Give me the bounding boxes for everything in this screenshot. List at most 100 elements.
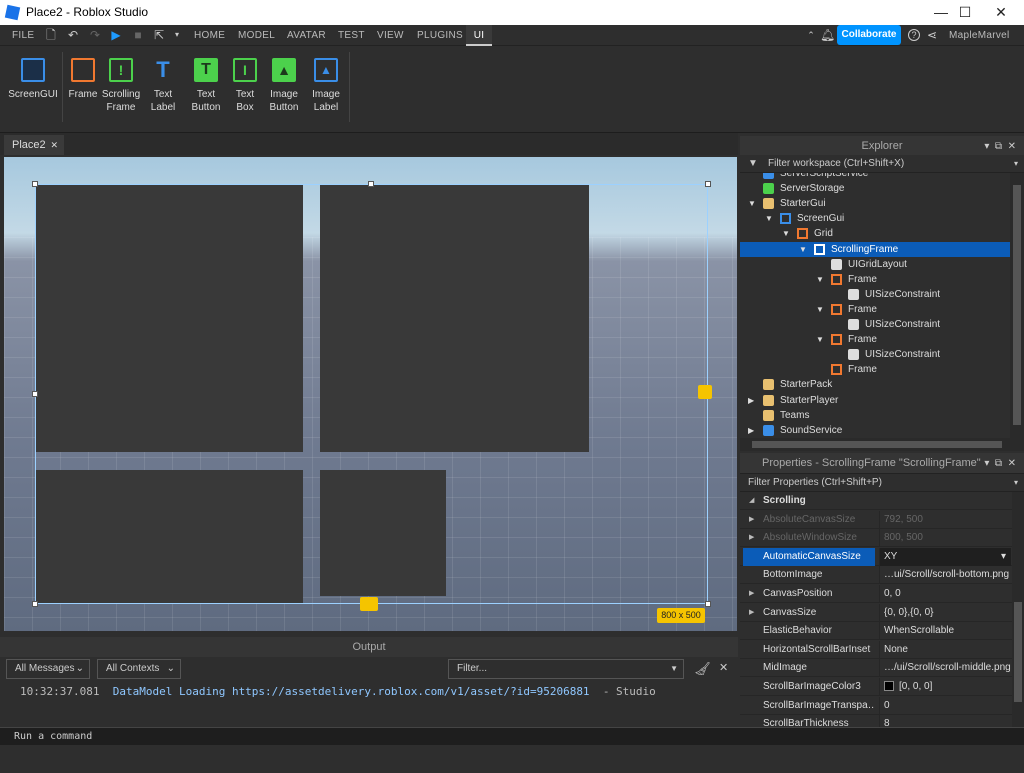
section-header-scrolling[interactable]: ◢ Scrolling: [740, 492, 1012, 510]
property-row[interactable]: ScrollBarImageColor3 [0, 0, 0]: [740, 678, 1012, 696]
tab-ui[interactable]: UI: [466, 25, 492, 46]
property-row[interactable]: ▶ CanvasPosition 0, 0: [740, 585, 1012, 603]
explorer-item[interactable]: ▼ Frame: [740, 272, 1010, 287]
ribbon-button-screengui[interactable]: ScreenGUI: [8, 54, 58, 101]
property-row[interactable]: BottomImage …ui/Scroll/scroll-bottom.png: [740, 566, 1012, 585]
explorer-item[interactable]: ▼ Frame: [740, 332, 1010, 347]
explorer-item[interactable]: ▼ ScreenGui: [740, 211, 1010, 226]
scroll-thumb[interactable]: [1014, 602, 1022, 702]
explorer-item[interactable]: UIGridLayout: [740, 257, 1010, 272]
ribbon-button-image-button[interactable]: ▲ Image Button: [264, 54, 304, 114]
expand-arrow-down-icon[interactable]: ▼: [816, 302, 824, 317]
expand-arrow-right-icon[interactable]: ▶: [748, 393, 754, 408]
expand-arrow-down-icon[interactable]: ▼: [799, 242, 807, 257]
resize-handle[interactable]: [32, 391, 38, 397]
explorer-item[interactable]: ▼ Grid: [740, 226, 1010, 241]
property-row[interactable]: ▶ AbsoluteCanvasSize 792, 500: [740, 510, 1012, 529]
tab-home[interactable]: HOME: [194, 25, 225, 46]
command-bar-input[interactable]: Run a command: [0, 727, 1024, 745]
panel-controls[interactable]: ▾ ⧉ ✕: [984, 136, 1016, 157]
share-icon[interactable]: ⋖: [925, 28, 939, 42]
expand-arrow-icon[interactable]: ▶: [749, 604, 754, 622]
property-value[interactable]: 792, 500: [879, 510, 1011, 529]
stop-icon[interactable]: ■: [131, 28, 145, 42]
help-icon[interactable]: ?: [908, 29, 920, 41]
expand-arrow-down-icon[interactable]: ▼: [816, 272, 824, 287]
property-row[interactable]: MidImage …/ui/Scroll/scroll-middle.png: [740, 659, 1012, 678]
explorer-item[interactable]: ▼ Frame: [740, 302, 1010, 317]
explorer-item[interactable]: ServerStorage: [740, 181, 1010, 196]
anchor-lock-icon[interactable]: [360, 597, 378, 611]
property-value[interactable]: {0, 0},{0, 0}: [879, 603, 1011, 622]
property-row[interactable]: HorizontalScrollBarInset None: [740, 640, 1012, 659]
quick-access-chevron-icon[interactable]: ▾: [170, 28, 184, 42]
property-row[interactable]: ScrollBarImageTranspa… 0: [740, 696, 1012, 715]
property-row[interactable]: ▶ CanvasSize {0, 0},{0, 0}: [740, 603, 1012, 622]
output-filter-input[interactable]: Filter... ▼: [448, 659, 684, 679]
explorer-filter-input[interactable]: ▼ Filter workspace (Ctrl+Shift+X) ▾: [740, 155, 1024, 173]
property-row[interactable]: AutomaticCanvasSize XY ▾: [740, 547, 1012, 566]
color-swatch[interactable]: [884, 681, 894, 692]
expand-arrow-icon[interactable]: ▶: [749, 585, 754, 603]
ribbon-button-text-label[interactable]: T Text Label: [144, 54, 182, 114]
property-value[interactable]: 0, 0: [879, 585, 1011, 603]
collapse-ribbon-icon[interactable]: ⌃: [804, 28, 818, 42]
explorer-item[interactable]: UISizeConstraint: [740, 347, 1010, 362]
explorer-tree[interactable]: ServerScriptService ServerStorage ▼ Starter…: [740, 173, 1010, 438]
expand-arrow-down-icon[interactable]: ▼: [816, 332, 824, 347]
expand-arrow-down-icon[interactable]: ▼: [748, 196, 756, 211]
ribbon-button-image-label[interactable]: ▲ Image Label: [306, 54, 346, 114]
resize-handle[interactable]: [32, 601, 38, 607]
explorer-item[interactable]: Teams: [740, 408, 1010, 423]
ribbon-button-text-button[interactable]: T Text Button: [186, 54, 226, 114]
new-file-icon[interactable]: 🗋: [44, 28, 58, 42]
explorer-item[interactable]: StarterPack: [740, 377, 1010, 392]
property-value[interactable]: …/ui/Scroll/scroll-middle.png: [879, 659, 1011, 678]
property-value[interactable]: 800, 500: [879, 529, 1011, 548]
property-value[interactable]: [0, 0, 0]: [879, 678, 1011, 696]
tab-avatar[interactable]: AVATAR: [287, 25, 326, 46]
property-value[interactable]: 0: [879, 696, 1011, 715]
expand-arrow-down-icon[interactable]: ▼: [765, 211, 773, 226]
explorer-item[interactable]: Frame: [740, 362, 1010, 377]
ribbon-button-scrolling-frame[interactable]: ! Scrolling Frame: [100, 54, 142, 114]
explorer-item[interactable]: UISizeConstraint: [740, 287, 1010, 302]
explorer-item[interactable]: ▼ StarterGui: [740, 196, 1010, 211]
file-menu[interactable]: FILE: [12, 25, 34, 46]
resize-handle[interactable]: [705, 601, 711, 607]
close-window-button[interactable]: ✕: [978, 0, 1024, 25]
property-value[interactable]: WhenScrollable: [879, 622, 1011, 641]
tab-test[interactable]: TEST: [338, 25, 365, 46]
tab-place2[interactable]: Place2 ✕: [4, 135, 64, 155]
anchor-lock-icon[interactable]: [698, 385, 712, 399]
property-row[interactable]: ElasticBehavior WhenScrollable: [740, 622, 1012, 641]
property-row[interactable]: ▶ AbsoluteWindowSize 800, 500: [740, 529, 1012, 548]
explorer-horizontal-scrollbar[interactable]: [740, 438, 1024, 451]
explorer-item[interactable]: ▶ StarterPlayer: [740, 393, 1010, 408]
username[interactable]: MapleMarvel: [949, 25, 1010, 46]
property-value[interactable]: …ui/Scroll/scroll-bottom.png: [879, 566, 1011, 585]
ribbon-button-text-box[interactable]: I Text Box: [227, 54, 263, 114]
messages-filter-dropdown[interactable]: All Messages ⌄: [6, 659, 90, 679]
panel-controls[interactable]: ▾ ⧉ ✕: [984, 453, 1016, 474]
resize-handle[interactable]: [705, 181, 711, 187]
contexts-filter-dropdown[interactable]: All Contexts ⌄: [97, 659, 181, 679]
close-tab-icon[interactable]: ✕: [50, 135, 58, 155]
scroll-thumb[interactable]: [1013, 185, 1021, 425]
explorer-item[interactable]: ▼ ScrollingFrame: [740, 241, 1010, 257]
play-icon[interactable]: ▶: [109, 28, 123, 42]
more-options-icon[interactable]: ✕: [719, 661, 728, 674]
explorer-vertical-scrollbar[interactable]: [1010, 173, 1024, 438]
properties-filter-input[interactable]: Filter Properties (Ctrl+Shift+P) ▾: [740, 474, 1024, 492]
explorer-item[interactable]: UISizeConstraint: [740, 317, 1010, 332]
tab-model[interactable]: MODEL: [238, 25, 275, 46]
tab-plugins[interactable]: PLUGINS: [417, 25, 463, 46]
expand-arrow-icon[interactable]: ▶: [749, 511, 754, 529]
chevron-down-icon[interactable]: ▾: [1014, 474, 1018, 492]
properties-grid[interactable]: ◢ Scrolling ▶ AbsoluteCanvasSize 792, 500 ▶…: [740, 492, 1012, 732]
explorer-item[interactable]: ▶ SoundService: [740, 423, 1010, 438]
publish-icon[interactable]: ⇱: [152, 28, 166, 42]
collapse-arrow-icon[interactable]: ◢: [749, 492, 754, 510]
3d-viewport[interactable]: 800 x 500: [4, 157, 737, 631]
expand-arrow-right-icon[interactable]: ▶: [748, 423, 754, 438]
